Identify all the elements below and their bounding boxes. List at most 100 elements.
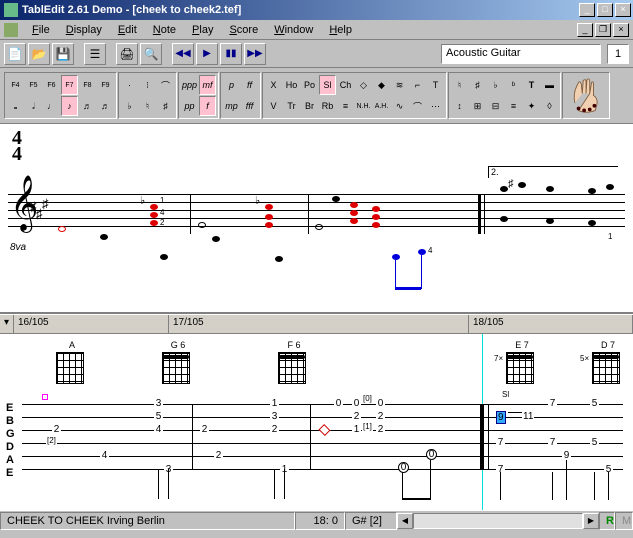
note[interactable] — [150, 212, 158, 218]
ruler-anchor[interactable]: ▾ — [0, 315, 14, 333]
tab-fret[interactable]: 3 — [270, 411, 279, 422]
fx-blank3-button[interactable]: ⋯ — [427, 96, 444, 116]
tie-button[interactable]: ⌒ — [157, 75, 174, 95]
scroll-right-button[interactable]: ▶ — [583, 513, 599, 529]
menu-file[interactable]: File — [24, 22, 58, 38]
thirtysecond-note-icon[interactable]: ♬ — [97, 96, 114, 116]
whole-note-button[interactable]: F4 — [7, 75, 24, 95]
note[interactable] — [275, 256, 283, 262]
note[interactable] — [160, 254, 168, 260]
fx-blank2-button[interactable]: ⌒ — [409, 96, 426, 116]
misc-dflat-button[interactable]: ᵇ — [505, 75, 522, 95]
note[interactable] — [606, 184, 614, 190]
sixteenth-note-button[interactable]: F8 — [79, 75, 96, 95]
tap-button[interactable]: T — [427, 75, 444, 95]
bend-button[interactable]: ⌐ — [409, 75, 426, 95]
fff-button[interactable]: fff — [241, 96, 258, 116]
note[interactable] — [588, 188, 596, 194]
tab-fret-selected[interactable]: 9 — [496, 411, 506, 424]
maximize-button[interactable]: □ — [597, 3, 613, 17]
whole-note-icon[interactable]: 𝅝 — [7, 96, 24, 116]
tab-fret[interactable]: 4 — [154, 424, 163, 435]
close-button[interactable]: × — [615, 3, 631, 17]
fingering-palette[interactable] — [562, 72, 610, 119]
flat-button[interactable]: ♭ — [121, 96, 138, 116]
save-button[interactable]: 💾 — [52, 43, 74, 65]
choke-button[interactable]: Ch — [337, 75, 354, 95]
tab-fret[interactable]: 4 — [100, 450, 109, 461]
pause-button[interactable]: ▮▮ — [220, 43, 242, 65]
bar-button[interactable]: ▬ — [541, 75, 558, 95]
brush-button[interactable]: Br — [301, 96, 318, 116]
menu-edit[interactable]: Edit — [110, 22, 145, 38]
note[interactable] — [372, 222, 380, 228]
mf-button[interactable]: mf — [199, 75, 216, 95]
tab-fret[interactable]: 0 — [376, 398, 385, 409]
slide-button[interactable]: Sl — [319, 75, 336, 95]
updown-button[interactable]: ↕ — [451, 96, 468, 116]
harm-button[interactable]: ◇ — [355, 75, 372, 95]
diamond-button[interactable]: ◊ — [541, 96, 558, 116]
vibrato-button[interactable]: ≋ — [391, 75, 408, 95]
note[interactable] — [198, 222, 206, 228]
status-record[interactable]: R — [599, 512, 615, 530]
quarter-note-button[interactable]: F6 — [43, 75, 60, 95]
note[interactable] — [588, 220, 596, 226]
tab-fret[interactable]: 0 — [398, 462, 409, 473]
x-effect-button[interactable]: X — [265, 75, 282, 95]
eighth-note-icon[interactable]: ♪ — [61, 96, 78, 116]
star-button[interactable]: ✦ — [523, 96, 540, 116]
tab-fret[interactable]: 2 — [376, 424, 385, 435]
note[interactable] — [546, 218, 554, 224]
p-button[interactable]: p — [223, 75, 240, 95]
tab-fret[interactable]: 0 — [334, 398, 343, 409]
natural-button[interactable]: ♮ — [139, 96, 156, 116]
tab-fret[interactable]: 11 — [522, 411, 534, 422]
measure-ruler[interactable]: ▾ 16/105 17/105 18/105 — [0, 314, 633, 334]
note[interactable] — [418, 249, 426, 255]
tab-fret[interactable]: 2 — [352, 411, 361, 422]
scroll-left-button[interactable]: ◀ — [397, 513, 413, 529]
notation-pane[interactable]: 4 4 𝄞 8va ♯ ♯ ♯ ♭ ♭ 2. ♯ 1 4 2 4 — [0, 124, 633, 314]
grid2-button[interactable]: ⊟ — [487, 96, 504, 116]
options-button[interactable]: ☰ — [84, 43, 106, 65]
preview-button[interactable]: 🔍 — [140, 43, 162, 65]
tab-fret[interactable]: 1 — [352, 424, 361, 435]
note[interactable] — [265, 214, 273, 220]
ruler-measure-18[interactable]: 18/105 — [469, 315, 633, 333]
tab-fret[interactable]: 5 — [154, 411, 163, 422]
misc-sharp-button[interactable]: ♯ — [469, 75, 486, 95]
tab-fret[interactable]: 3 — [154, 398, 163, 409]
instrument-index[interactable]: 1 — [607, 44, 629, 64]
new-button[interactable]: 📄 — [4, 43, 26, 65]
mdi-restore-button[interactable]: ❐ — [595, 23, 611, 37]
tab-fret[interactable]: 1 — [270, 398, 279, 409]
roll-button[interactable]: ≡ — [337, 96, 354, 116]
instrument-selector[interactable]: Acoustic Guitar — [441, 44, 601, 64]
rewind-button[interactable]: ◀◀ — [172, 43, 194, 65]
note[interactable] — [350, 202, 358, 208]
nh-button[interactable]: N.H. — [355, 96, 372, 116]
tab-fret[interactable]: 2 — [52, 424, 61, 435]
ruler-measure-16[interactable]: 16/105 — [14, 315, 169, 333]
print-button[interactable]: 🖨 — [116, 43, 138, 65]
note[interactable] — [150, 204, 158, 210]
menu-display[interactable]: Display — [58, 22, 110, 38]
text-button[interactable]: T — [523, 75, 540, 95]
harm2-button[interactable]: ◆ — [373, 75, 390, 95]
open-button[interactable]: 📂 — [28, 43, 50, 65]
tab-fret[interactable]: 5 — [590, 437, 599, 448]
menu-play[interactable]: Play — [184, 22, 221, 38]
chord-diagram-f6[interactable]: F 6 — [278, 340, 310, 384]
note[interactable] — [265, 204, 273, 210]
ff-button[interactable]: ff — [241, 75, 258, 95]
note[interactable] — [518, 182, 526, 188]
mdi-close-button[interactable]: × — [613, 23, 629, 37]
f-button[interactable]: f — [199, 96, 216, 116]
pp-button[interactable]: pp — [181, 96, 198, 116]
grid3-button[interactable]: ≡ — [505, 96, 522, 116]
note[interactable] — [350, 210, 358, 216]
tab-fret[interactable]: 7 — [548, 398, 557, 409]
chord-diagram-a[interactable]: A — [56, 340, 88, 384]
note[interactable] — [546, 186, 554, 192]
